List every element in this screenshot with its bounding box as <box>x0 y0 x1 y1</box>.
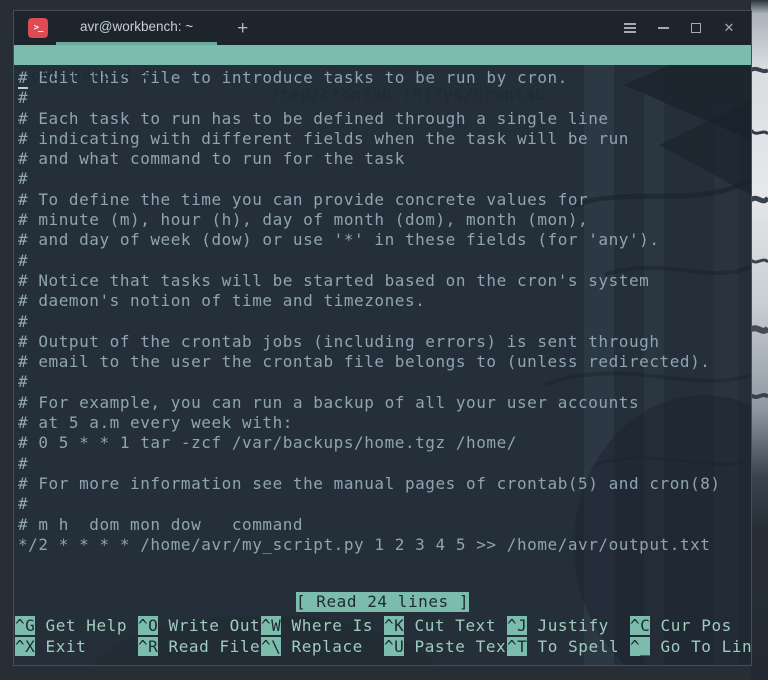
shortcut-key: ^G <box>15 616 35 635</box>
buffer-line: # and what command to run for the task <box>18 149 751 169</box>
shortcut-label: Exit <box>35 637 86 656</box>
shortcut-label: Paste Text <box>404 637 516 656</box>
buffer-line: # minute (m), hour (h), day of month (do… <box>18 210 751 230</box>
buffer-line: # <box>18 312 751 332</box>
window-titlebar: >_ avr@workbench: ~ + ✕ <box>14 11 751 45</box>
buffer-line: # For more information see the manual pa… <box>18 474 751 494</box>
menu-icon[interactable] <box>622 20 638 36</box>
terminal-window: >_ avr@workbench: ~ + ✕ GNU <box>13 10 752 666</box>
buffer-line: # daemon's notion of time and timezones. <box>18 291 751 311</box>
shortcut-read-file[interactable]: ^R Read File <box>138 636 261 657</box>
shortcut-help-bar: ^G Get Help^O Write Out^W Where Is^K Cut… <box>14 615 751 665</box>
minimize-icon[interactable] <box>655 20 671 36</box>
shortcut-row: ^G Get Help^O Write Out^W Where Is^K Cut… <box>15 615 751 636</box>
shortcut-label: Go To Line <box>650 637 751 656</box>
shortcut-write-out[interactable]: ^O Write Out <box>138 615 261 636</box>
buffer-line: # indicating with different fields when … <box>18 129 751 149</box>
shortcut-to-spell[interactable]: ^T To Spell <box>507 636 630 657</box>
shortcut-key: ^X <box>15 637 35 656</box>
buffer-line: # For example, you can run a backup of a… <box>18 393 751 413</box>
maximize-icon[interactable] <box>688 20 704 36</box>
shortcut-key: ^\ <box>261 637 281 656</box>
shortcut-replace[interactable]: ^\ Replace <box>261 636 384 657</box>
nano-editor: GNU nano 4.8 /tmp/crontab.fRj7ys/crontab… <box>14 45 751 665</box>
shortcut-label: Replace <box>281 637 362 656</box>
shortcut-exit[interactable]: ^X Exit <box>15 636 138 657</box>
buffer-line: */2 * * * * /home/avr/my_script.py 1 2 3… <box>18 535 751 555</box>
nano-version-label: GNU nano 4.8 <box>31 65 153 85</box>
status-message: [ Read 24 lines ] <box>296 592 469 612</box>
desktop-wallpaper <box>751 0 768 680</box>
shortcut-label: Where Is <box>281 616 373 635</box>
buffer-line: # <box>18 169 751 189</box>
buffer-line: # To define the time you can provide con… <box>18 190 751 210</box>
shortcut-key: ^J <box>507 616 527 635</box>
shortcut-key: ^O <box>138 616 158 635</box>
terminal-icon: >_ <box>34 23 43 33</box>
buffer-line: # email to the user the crontab file bel… <box>18 352 751 372</box>
shortcut-row: ^X Exit^R Read File^\ Replace^U Paste Te… <box>15 636 751 657</box>
shortcut-label: Write Out <box>158 616 260 635</box>
status-row: [ Read 24 lines ] <box>14 592 751 612</box>
nano-file-path: /tmp/crontab.fRj7ys/crontab <box>270 85 545 105</box>
editor-buffer[interactable]: # Edit this file to introduce tasks to b… <box>14 65 751 592</box>
terminal-tab[interactable]: avr@workbench: ~ <box>56 11 217 45</box>
shortcut-key: ^R <box>138 637 158 656</box>
buffer-line: # at 5 a.m every week with: <box>18 413 751 433</box>
buffer-line: # <box>18 372 751 392</box>
buffer-line: # Notice that tasks will be started base… <box>18 271 751 291</box>
new-tab-button[interactable]: + <box>231 19 254 38</box>
nano-header-bar: GNU nano 4.8 /tmp/crontab.fRj7ys/crontab <box>14 45 751 65</box>
shortcut-label: Get Help <box>35 616 127 635</box>
shortcut-label: To Spell <box>527 637 619 656</box>
shortcut-get-help[interactable]: ^G Get Help <box>15 615 138 636</box>
buffer-line: # and day of week (dow) or use '*' in th… <box>18 230 751 250</box>
shortcut-paste-text[interactable]: ^U Paste Text <box>384 636 507 657</box>
shortcut-go-to-line[interactable]: ^_ Go To Line <box>630 636 751 657</box>
shortcut-key: ^C <box>630 616 650 635</box>
buffer-line: # Each task to run has to be defined thr… <box>18 109 751 129</box>
shortcut-label: Cut Text <box>404 616 496 635</box>
close-icon[interactable]: ✕ <box>721 20 737 36</box>
shortcut-key: ^K <box>384 616 404 635</box>
buffer-line: # 0 5 * * 1 tar -zcf /var/backups/home.t… <box>18 433 751 453</box>
window-controls: ✕ <box>622 20 737 36</box>
shortcut-where-is[interactable]: ^W Where Is <box>261 615 384 636</box>
shortcut-label: Cur Pos <box>650 616 731 635</box>
shortcut-justify[interactable]: ^J Justify <box>507 615 630 636</box>
shortcut-label: Justify <box>527 616 608 635</box>
buffer-line: # m h dom mon dow command <box>18 515 751 535</box>
shortcut-key: ^U <box>384 637 404 656</box>
terminal-app-icon: >_ <box>28 18 48 38</box>
shortcut-cut-text[interactable]: ^K Cut Text <box>384 615 507 636</box>
buffer-line: # <box>18 494 751 514</box>
shortcut-cur-pos[interactable]: ^C Cur Pos <box>630 615 751 636</box>
buffer-line: # <box>18 251 751 271</box>
shortcut-label: Read File <box>158 637 260 656</box>
shortcut-key: ^W <box>261 616 281 635</box>
shortcut-key: ^T <box>507 637 527 656</box>
tab-title: avr@workbench: ~ <box>80 19 193 34</box>
shortcut-key: ^_ <box>630 637 650 656</box>
buffer-line: # Output of the crontab jobs (including … <box>18 332 751 352</box>
buffer-line: # <box>18 454 751 474</box>
